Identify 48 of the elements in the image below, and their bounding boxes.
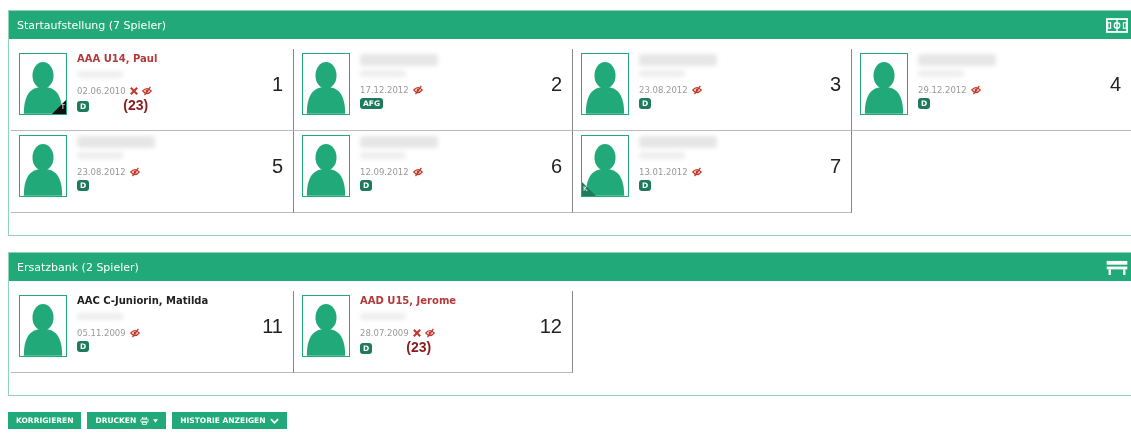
person-silhouette-icon [306,61,346,114]
person-silhouette-icon [864,61,904,114]
eye-slash-icon [412,167,423,177]
shirt-number: 12 [539,315,562,338]
shirt-number: 7 [829,155,841,178]
person-silhouette-icon [585,61,625,114]
person-silhouette-icon [585,143,625,196]
birth-date: 12.09.2012 [360,167,409,177]
shirt-number: 5 [271,155,283,178]
birth-date: 02.06.2010 [77,86,126,96]
birth-date: 13.01.2012 [639,167,688,177]
person-silhouette-icon [306,303,346,356]
shirt-number: 6 [550,155,562,178]
player-name: AAA U14, Paul [77,53,159,66]
bench-icon [1106,259,1128,275]
birth-date: 05.11.2009 [77,328,126,338]
section-title: Startaufstellung (7 Spieler) [17,18,166,32]
person-silhouette-icon [23,303,63,356]
person-silhouette-icon [23,143,63,196]
player-name: AAC C-Juniorin, Matilda [77,295,210,308]
birth-date: 23.08.2012 [77,167,126,177]
eye-slash-icon [141,86,152,96]
shirt-number: 3 [829,73,841,96]
person-silhouette-icon [23,61,63,114]
eye-slash-icon [691,167,702,177]
field-icon [1106,17,1128,33]
printer-icon [140,416,150,425]
shirt-number: 1 [271,73,283,96]
eye-slash-icon [129,328,140,338]
birth-date: 23.08.2012 [639,85,688,95]
birth-date: 17.12.2012 [360,85,409,95]
eye-slash-icon [424,328,435,338]
shirt-number: 2 [550,73,562,96]
player-name: AAD U15, Jerome [360,295,458,308]
caret-icon [153,418,159,423]
shirt-number: 4 [1109,73,1121,96]
note-text: (23) [406,339,432,355]
birth-date: 29.12.2012 [918,85,967,95]
eye-slash-icon [970,85,981,95]
shirt-number: 11 [262,315,283,338]
eye-slash-icon [412,85,423,95]
birth-date: 28.07.2009 [360,328,409,338]
eye-slash-icon [129,167,140,177]
note-text: (23) [123,97,149,113]
person-silhouette-icon [306,143,346,196]
chevron-down-icon [269,416,279,425]
eye-slash-icon [691,85,702,95]
section-title: Ersatzbank (2 Spieler) [17,260,139,274]
